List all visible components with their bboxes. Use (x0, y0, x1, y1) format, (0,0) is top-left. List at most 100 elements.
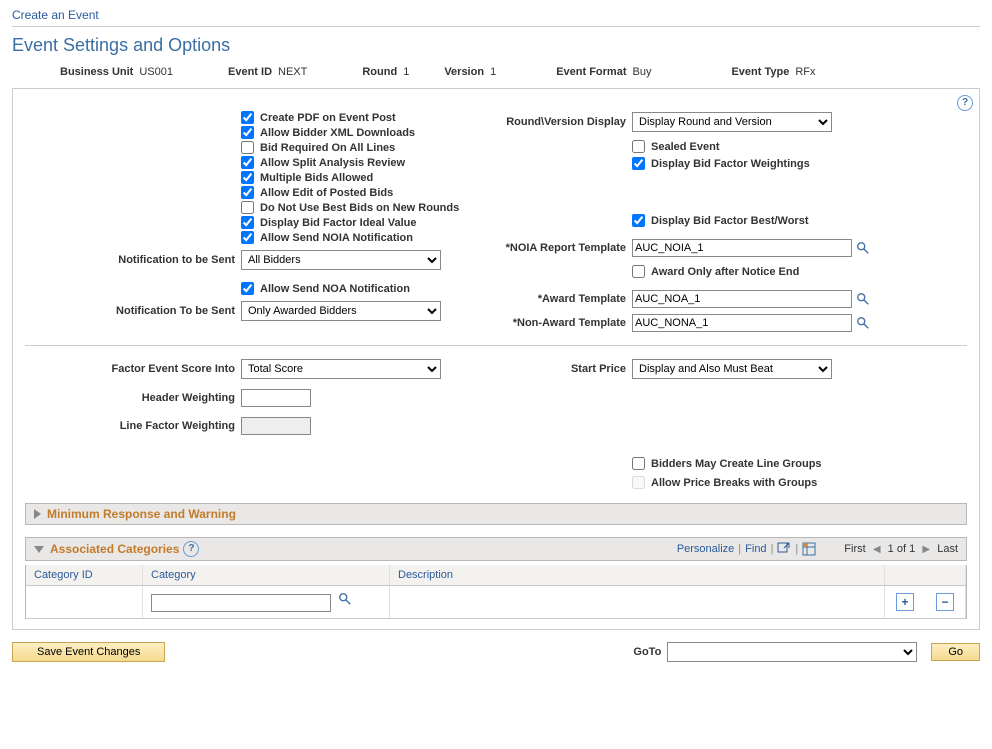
event-id-label: Event ID (228, 66, 272, 78)
noa-checkbox[interactable] (241, 282, 254, 295)
start-price-label: Start Price (496, 363, 632, 375)
start-price-select[interactable]: Display and Also Must Beat (632, 359, 832, 379)
create-pdf-checkbox[interactable] (241, 111, 254, 124)
line-weighting-input (241, 417, 311, 435)
expand-icon (34, 509, 41, 519)
add-row-icon[interactable]: + (896, 593, 914, 611)
version-label: Version (444, 66, 484, 78)
event-format-value: Buy (632, 66, 651, 78)
categories-grid: Category ID Category Description + − (26, 565, 966, 619)
panel-help-icon[interactable]: ? (957, 95, 973, 111)
noia-checkbox[interactable] (241, 231, 254, 244)
goto-select[interactable] (667, 642, 917, 662)
round-version-select[interactable]: Display Round and Version (632, 112, 832, 132)
download-icon[interactable] (802, 542, 816, 556)
goto-label: GoTo (633, 646, 661, 658)
collapse-icon (34, 546, 44, 553)
min-response-section-header[interactable]: Minimum Response and Warning (25, 503, 967, 525)
award-template-lookup-icon[interactable] (856, 292, 870, 306)
col-description[interactable]: Description (390, 565, 885, 586)
ideal-value-checkbox[interactable] (241, 216, 254, 229)
bid-required-label: Bid Required On All Lines (260, 142, 395, 154)
create-pdf-label: Create PDF on Event Post (260, 112, 396, 124)
noa-label: Allow Send NOA Notification (260, 283, 410, 295)
round-version-label: Round\Version Display (496, 116, 632, 128)
award-template-input[interactable] (632, 290, 852, 308)
noia-label: Allow Send NOIA Notification (260, 232, 413, 244)
factor-score-select[interactable]: Total Score (241, 359, 441, 379)
category-lookup-icon[interactable] (338, 592, 352, 606)
split-analysis-label: Allow Split Analysis Review (260, 157, 405, 169)
no-best-bids-label: Do Not Use Best Bids on New Rounds (260, 202, 459, 214)
award-notice-label: Award Only after Notice End (651, 266, 799, 278)
save-button[interactable]: Save Event Changes (12, 642, 165, 662)
nonaward-template-input[interactable] (632, 314, 852, 332)
min-response-title: Minimum Response and Warning (47, 507, 236, 521)
event-type-label: Event Type (731, 66, 789, 78)
best-worst-checkbox[interactable] (632, 214, 645, 227)
zoom-icon[interactable] (777, 542, 791, 556)
notification1-label: Notification to be Sent (25, 254, 241, 266)
nonaward-template-lookup-icon[interactable] (856, 316, 870, 330)
edit-posted-checkbox[interactable] (241, 186, 254, 199)
ideal-value-label: Display Bid Factor Ideal Value (260, 217, 417, 229)
round-value: 1 (403, 66, 409, 78)
last-label: Last (937, 543, 958, 555)
bid-required-checkbox[interactable] (241, 141, 254, 154)
assoc-categories-help-icon[interactable]: ? (183, 541, 199, 557)
noia-template-lookup-icon[interactable] (856, 241, 870, 255)
first-label: First (844, 543, 865, 555)
no-best-bids-checkbox[interactable] (241, 201, 254, 214)
table-row: + − (26, 586, 966, 619)
col-category-id[interactable]: Category ID (26, 565, 143, 586)
notification2-label: Notification To be Sent (25, 305, 241, 317)
notification1-select[interactable]: All Bidders (241, 250, 441, 270)
award-template-label: *Award Template (496, 293, 632, 305)
row-count: 1 of 1 (888, 543, 916, 555)
multi-bids-label: Multiple Bids Allowed (260, 172, 373, 184)
sealed-checkbox[interactable] (632, 140, 645, 153)
delete-row-icon[interactable]: − (936, 593, 954, 611)
allow-xml-label: Allow Bidder XML Downloads (260, 127, 415, 139)
page-title: Event Settings and Options (12, 35, 980, 56)
event-type-value: RFx (795, 66, 815, 78)
prev-page-icon[interactable]: ◀ (870, 542, 884, 556)
line-weighting-label: Line Factor Weighting (25, 420, 241, 432)
line-groups-label: Bidders May Create Line Groups (651, 458, 822, 470)
settings-panel: ? Create PDF on Event Post Allow Bidder … (12, 88, 980, 630)
personalize-link[interactable]: Personalize (677, 543, 734, 555)
business-unit-value: US001 (139, 66, 173, 78)
category-input[interactable] (151, 594, 331, 612)
breadcrumb-create-event[interactable]: Create an Event (12, 8, 99, 22)
round-label: Round (362, 66, 397, 78)
weightings-label: Display Bid Factor Weightings (651, 158, 810, 170)
notification2-select[interactable]: Only Awarded Bidders (241, 301, 441, 321)
assoc-categories-section-header[interactable]: Associated Categories ? Personalize | Fi… (25, 537, 967, 561)
weightings-checkbox[interactable] (632, 157, 645, 170)
multi-bids-checkbox[interactable] (241, 171, 254, 184)
price-breaks-label: Allow Price Breaks with Groups (651, 477, 817, 489)
event-id-value: NEXT (278, 66, 307, 78)
noia-template-input[interactable] (632, 239, 852, 257)
col-category[interactable]: Category (143, 565, 390, 586)
best-worst-label: Display Bid Factor Best/Worst (651, 215, 809, 227)
event-format-label: Event Format (556, 66, 626, 78)
sealed-label: Sealed Event (651, 141, 719, 153)
find-link[interactable]: Find (745, 543, 766, 555)
next-page-icon[interactable]: ▶ (919, 542, 933, 556)
split-analysis-checkbox[interactable] (241, 156, 254, 169)
allow-xml-checkbox[interactable] (241, 126, 254, 139)
header-weighting-input[interactable] (241, 389, 311, 407)
go-button[interactable]: Go (931, 643, 980, 661)
noia-template-label: *NOIA Report Template (496, 242, 632, 254)
header-weighting-label: Header Weighting (25, 392, 241, 404)
assoc-categories-title: Associated Categories (50, 542, 179, 556)
edit-posted-label: Allow Edit of Posted Bids (260, 187, 393, 199)
business-unit-label: Business Unit (60, 66, 133, 78)
version-value: 1 (490, 66, 496, 78)
nonaward-template-label: *Non-Award Template (496, 317, 632, 329)
award-notice-checkbox[interactable] (632, 265, 645, 278)
price-breaks-checkbox (632, 476, 645, 489)
event-info-row: Business Unit US001 Event ID NEXT Round 1 V… (12, 66, 980, 78)
line-groups-checkbox[interactable] (632, 457, 645, 470)
